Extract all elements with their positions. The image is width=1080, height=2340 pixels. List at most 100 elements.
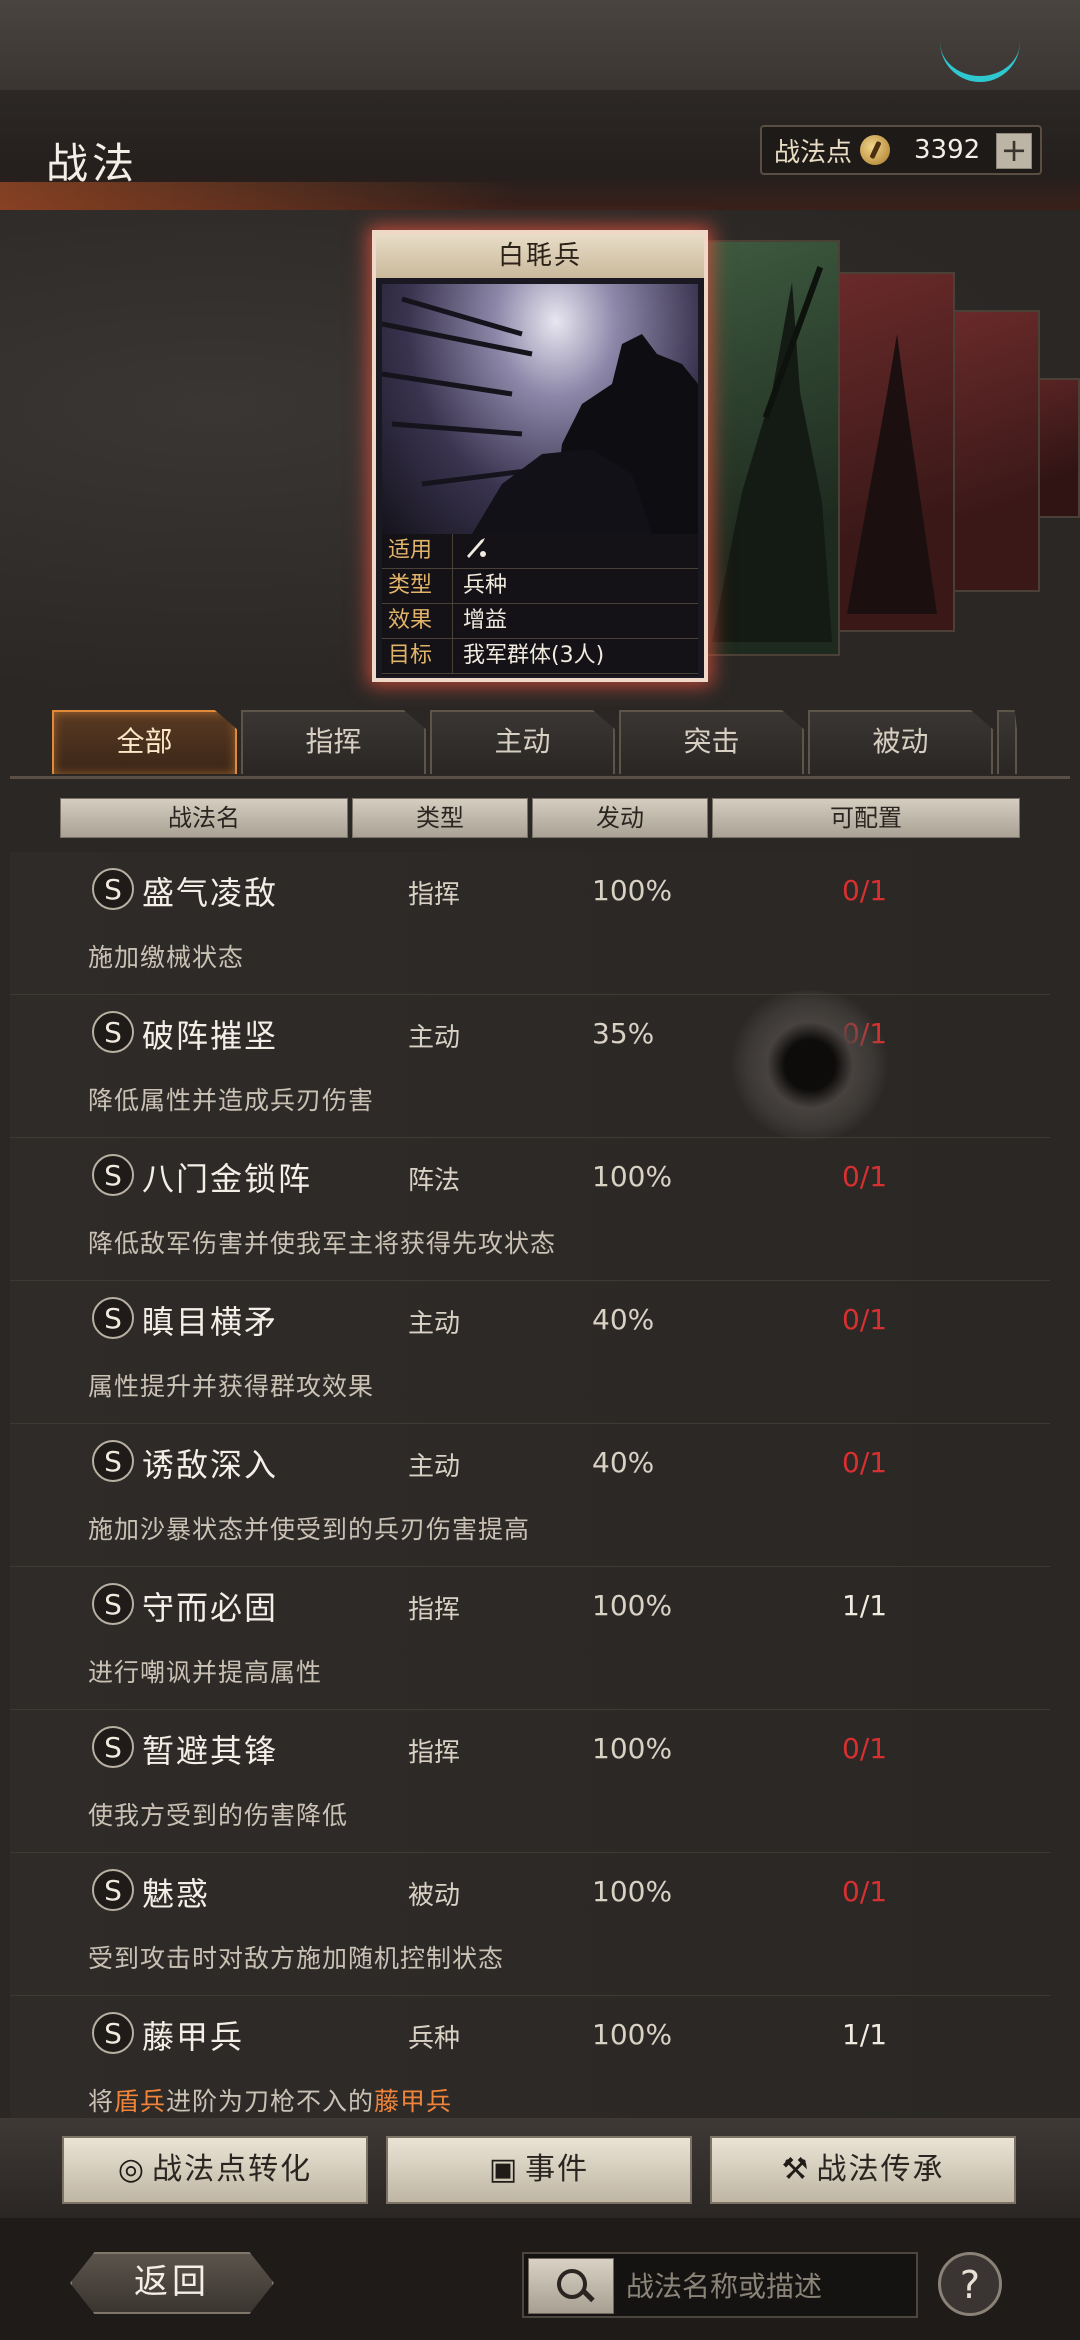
table-row[interactable]: S 破阵摧坚 主动 35% 0/1 降低属性并造成兵刃伤害 [10,995,1050,1138]
tab-divider [10,776,1070,779]
tactic-type: 被动 [408,1881,461,1911]
help-button[interactable]: ? [938,2252,1002,2316]
inherit-tactic-button[interactable]: ⚒ 战法传承 [710,2136,1016,2204]
tab-more[interactable] [997,710,1017,774]
tactic-description: 将盾兵进阶为刀枪不入的藤甲兵 [88,2082,452,2118]
tactic-points-box: 战法点 3392 + [760,125,1042,175]
table-row[interactable]: S 魅惑 被动 100% 0/1 受到攻击时对敌方施加随机控制状态 [10,1853,1050,1996]
swirl-icon: ◎ [117,2152,147,2187]
tactic-card-thumbnail[interactable] [825,272,955,632]
grade-s-icon: S [92,1440,134,1482]
card-info-value: 兵种 [463,573,508,598]
card-info-key: 适用 [382,534,453,568]
tactic-config-count: 0/1 [842,1446,888,1479]
card-carousel[interactable]: 白毦兵 适用 类型 兵种 效果 增益 目标 我军群体(3人) [0,210,1080,700]
description-text: 将 [88,2087,115,2116]
notification-indicator[interactable] [940,40,1046,118]
tactic-description: 降低敌军伤害并使我军主将获得先攻状态 [88,1229,557,1258]
tactic-type: 主动 [408,1309,461,1339]
tactic-type: 指挥 [408,1595,461,1625]
tactic-rate: 100% [592,1589,673,1622]
tab-active[interactable]: 主动 [430,710,615,774]
table-row[interactable]: S 盛气凌敌 指挥 100% 0/1 施加缴械状态 [10,852,1050,995]
card-info-value: 我军群体(3人) [463,643,605,668]
tactic-card-thumbnail[interactable] [940,310,1040,592]
points-label: 战法点 [774,137,853,168]
highlighted-term: 盾兵 [114,2087,167,2116]
card-info-table: 适用 类型 兵种 效果 增益 目标 我军群体(3人) [382,534,698,676]
tactic-name: 瞋目横矛 [142,1303,279,1341]
events-label: 事件 [525,2152,590,2187]
events-button[interactable]: ▣ 事件 [386,2136,692,2204]
tactic-type: 阵法 [408,1166,461,1196]
card-info-key: 效果 [382,604,453,638]
tactic-name: 暂避其锋 [142,1732,279,1770]
tactic-type: 指挥 [408,1738,461,1768]
tactic-rate: 35% [592,1017,655,1050]
tactic-description: 降低属性并造成兵刃伤害 [88,1086,375,1115]
tactic-list[interactable]: S 盛气凌敌 指挥 100% 0/1 施加缴械状态 S 破阵摧坚 主动 35% 0/1 降低属性并造成… [10,852,1050,2139]
col-header-type[interactable]: 类型 [352,798,528,838]
tactic-rate: 40% [592,1446,655,1479]
tab-all[interactable]: 全部 [52,710,237,774]
description-text: 进阶为刀枪不入的 [166,2087,375,2116]
tactic-description: 受到攻击时对敌方施加随机控制状态 [88,1944,505,1973]
tactic-description: 使我方受到的伤害降低 [88,1801,349,1830]
tactic-card-thumbnail[interactable] [700,240,840,656]
tactic-type: 兵种 [408,2024,461,2054]
col-header-config[interactable]: 可配置 [712,798,1020,838]
header: 战法 战法点 3392 + [0,90,1080,212]
tactic-config-count: 0/1 [842,1875,888,1908]
card-info-row: 适用 [382,534,698,569]
tactic-name: 藤甲兵 [142,2018,245,2056]
footer: 返回 ? [0,2218,1080,2340]
points-value: 3392 [914,135,981,165]
table-row[interactable]: S 诱敌深入 主动 40% 0/1 施加沙暴状态并使受到的兵刃伤害提高 [10,1424,1050,1567]
convert-points-button[interactable]: ◎ 战法点转化 [62,2136,368,2204]
col-header-name[interactable]: 战法名 [60,798,348,838]
card-info-row: 效果 增益 [382,604,698,639]
tab-command[interactable]: 指挥 [241,710,426,774]
tactic-config-count: 0/1 [842,1303,888,1336]
grade-s-icon: S [92,1154,134,1196]
search-input[interactable] [624,2254,916,2318]
add-points-button[interactable]: + [996,133,1032,169]
tactic-type: 指挥 [408,880,461,910]
grade-s-icon: S [92,1011,134,1053]
tactic-name: 守而必固 [142,1589,279,1627]
card-info-key: 类型 [382,569,453,603]
page-title: 战法 [46,139,139,188]
tactic-config-count: 0/1 [842,1017,888,1050]
table-row[interactable]: S 暂避其锋 指挥 100% 0/1 使我方受到的伤害降低 [10,1710,1050,1853]
tactic-config-count: 1/1 [842,2018,888,2051]
back-button[interactable]: 返回 [70,2252,274,2314]
tab-passive[interactable]: 被动 [808,710,993,774]
card-info-row: 目标 我军群体(3人) [382,639,698,674]
tactic-type: 主动 [408,1023,461,1053]
tactic-config-count: 1/1 [842,1589,888,1622]
tab-assault[interactable]: 突击 [619,710,804,774]
search-box [522,2252,918,2318]
tactic-config-count: 0/1 [842,1732,888,1765]
table-row[interactable]: S 守而必固 指挥 100% 1/1 进行嘲讽并提高属性 [10,1567,1050,1710]
search-button[interactable] [528,2258,614,2314]
col-header-rate[interactable]: 发动 [532,798,708,838]
quill-coin-icon [860,135,891,165]
tactic-rate: 40% [592,1303,655,1336]
tactic-config-count: 0/1 [842,1160,888,1193]
table-row[interactable]: S 八门金锁阵 阵法 100% 0/1 降低敌军伤害并使我军主将获得先攻状态 [10,1138,1050,1281]
inherit-tactic-label: 战法传承 [816,2152,945,2187]
action-bar: ◎ 战法点转化 ▣ 事件 ⚒ 战法传承 [0,2118,1080,2218]
grade-s-icon: S [92,868,134,910]
tactic-name: 八门金锁阵 [142,1160,313,1198]
selected-tactic-card[interactable]: 白毦兵 适用 类型 兵种 效果 增益 目标 我军群体(3人) [372,230,708,682]
table-row[interactable]: S 瞋目横矛 主动 40% 0/1 属性提升并获得群攻效果 [10,1281,1050,1424]
grade-s-icon: S [92,1869,134,1911]
highlighted-term: 藤甲兵 [374,2087,453,2116]
soldier-silhouette-icon [847,334,937,614]
grade-s-icon: S [92,1726,134,1768]
tactic-description: 属性提升并获得群攻效果 [88,1372,375,1401]
column-headers: 战法名 类型 发动 可配置 [60,798,1020,838]
tactic-rate: 100% [592,1732,673,1765]
tactic-rate: 100% [592,874,673,907]
